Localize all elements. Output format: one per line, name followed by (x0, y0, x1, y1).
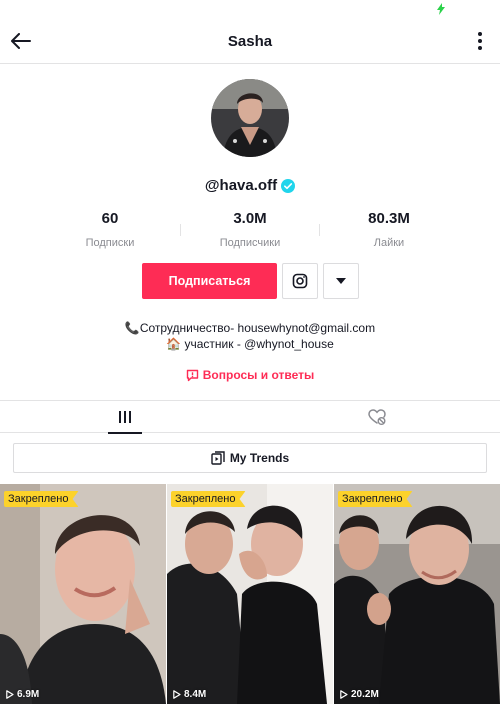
qa-link[interactable]: Вопросы и ответы (0, 368, 500, 382)
more-vertical-icon[interactable] (474, 30, 486, 52)
avatar[interactable] (211, 79, 289, 157)
pinned-badge: Закреплено (171, 491, 246, 507)
pinned-badge: Закреплено (338, 491, 413, 507)
play-icon (340, 690, 348, 699)
video-thumbnail-image (334, 484, 500, 704)
more-options-button[interactable] (323, 263, 359, 299)
video-thumbnail-image (167, 484, 333, 704)
question-icon (186, 369, 198, 381)
view-count: 8.4M (173, 689, 206, 700)
stat-label: Подписки (85, 237, 135, 249)
profile-stats: 60 Подписки 3.0M Подписчики 80.3M Лайки (0, 210, 500, 254)
stat-value: 3.0M (233, 210, 267, 227)
username: @hava.off (204, 177, 278, 194)
video-grid: Закреплено 6.9M Закреплено 8.4M Закрепле… (0, 484, 500, 704)
username-row: @hava.off (0, 177, 500, 194)
view-count-label: 20.2M (351, 689, 379, 700)
pinned-badge: Закреплено (4, 491, 79, 507)
bio-line-contact: 📞Сотрудничество- housewhynot@gmail.com (124, 321, 376, 335)
bio: 📞Сотрудничество- housewhynot@gmail.com 🏠… (0, 320, 500, 352)
content-tabs (0, 400, 500, 434)
stat-label: Лайки (373, 237, 405, 249)
stat-likes: 80.3M Лайки (319, 210, 459, 249)
page-title: Sasha (227, 33, 273, 50)
view-count: 6.9M (6, 689, 39, 700)
stat-label: Подписчики (219, 237, 281, 249)
view-count: 20.2M (340, 689, 379, 700)
view-count-label: 8.4M (184, 689, 207, 700)
grid-icon (119, 411, 131, 423)
play-icon (173, 690, 181, 699)
status-bar (0, 0, 500, 18)
instagram-icon (292, 273, 308, 289)
bio-line-member: 🏠 участник - @whynot_house (166, 337, 334, 351)
stat-value: 60 (101, 210, 119, 227)
profile-actions: Подписаться (142, 263, 359, 299)
video-thumbnail[interactable]: Закреплено 8.4M (167, 484, 333, 704)
verified-icon (281, 178, 296, 193)
stat-followers[interactable]: 3.0M Подписчики (180, 210, 320, 249)
play-icon (6, 690, 14, 699)
trends-label: My Trends (229, 451, 290, 465)
view-count-label: 6.9M (17, 689, 40, 700)
trends-icon (211, 451, 225, 465)
stat-value: 80.3M (368, 210, 410, 227)
video-thumbnail[interactable]: Закреплено 20.2M (334, 484, 500, 704)
instagram-button[interactable] (282, 263, 318, 299)
my-trends-button[interactable]: My Trends (13, 443, 487, 473)
tab-videos[interactable] (108, 401, 142, 434)
qa-label: Вопросы и ответы (202, 368, 315, 382)
liked-hidden-icon (368, 409, 386, 425)
follow-button[interactable]: Подписаться (142, 263, 277, 299)
video-thumbnail[interactable]: Закреплено 6.9M (0, 484, 166, 704)
header: Sasha (0, 18, 500, 64)
tab-liked[interactable] (360, 401, 394, 433)
charging-icon (437, 3, 445, 15)
caret-down-icon (336, 278, 346, 284)
video-thumbnail-image (0, 484, 166, 704)
stat-following[interactable]: 60 Подписки (40, 210, 180, 249)
